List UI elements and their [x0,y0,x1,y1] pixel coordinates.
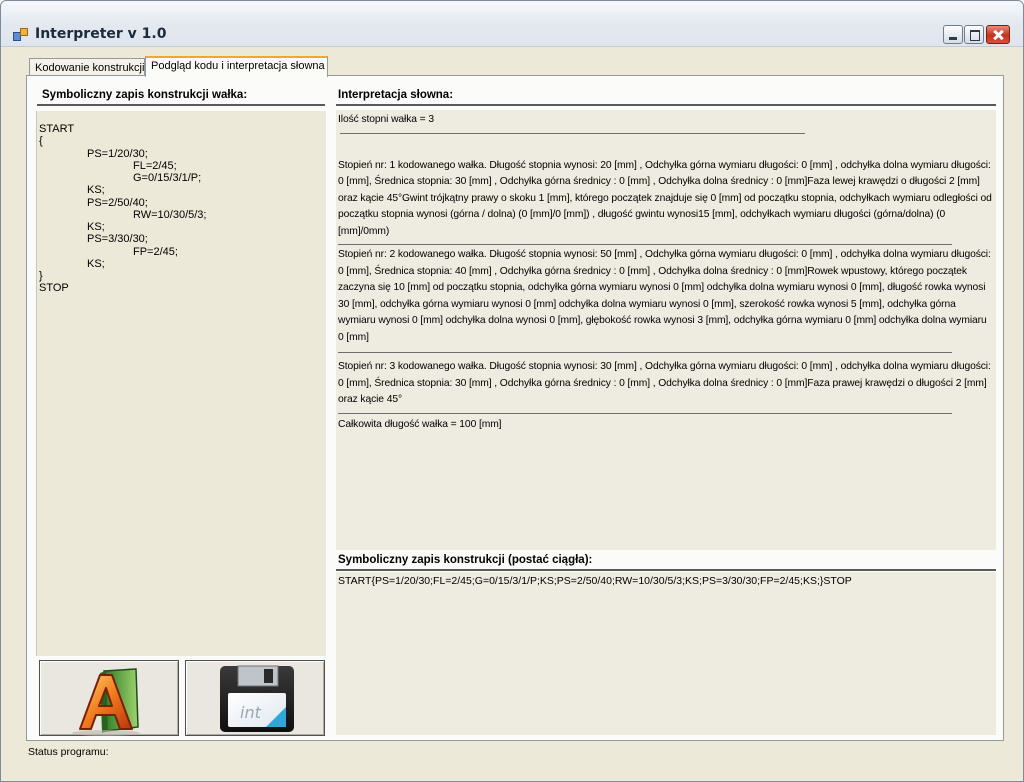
step-3-description: Stopień nr: 3 kodowanego wałka. Długość … [338,361,991,405]
floppy-disk-int-icon: int [220,665,294,732]
window-title: Interpreter v 1.0 [35,26,167,42]
app-icon [13,28,29,42]
separator [338,244,952,245]
tab-podglad-kodu[interactable]: Podgląd kodu i interpretacja słowna [145,56,328,77]
tab-kodowanie-konstrukcji[interactable]: Kodowanie konstrukcji [29,58,145,76]
tab-page: Symboliczny zapis konstrukcji wałka: STA… [26,75,1004,741]
code-heading: Symboliczny zapis konstrukcji wałka: [37,89,325,106]
code-line: PS=2/50/40; [87,197,148,209]
continuous-code-textbox[interactable]: START{PS=1/20/30;FL=2/45;G=0/15/3/1/P;KS… [336,572,996,735]
continuous-code: START{PS=1/20/30;FL=2/45;G=0/15/3/1/P;KS… [338,575,852,587]
title-bar[interactable]: Interpreter v 1.0 [1,1,1023,47]
step-2-description: Stopień nr: 2 kodowanego wałka. Długość … [338,249,991,343]
save-button[interactable]: int [185,660,325,736]
code-line: KS; [87,184,105,196]
font-letter-a-icon [72,668,140,736]
interpretation-heading: Interpretacja słowna: [336,89,996,106]
code-line: { [39,135,43,147]
separator [338,352,952,353]
total-length-line: Całkowita długość wałka = 100 [mm] [338,418,502,430]
separator [338,412,952,414]
code-line: PS=1/20/30; [87,148,148,160]
code-line: KS; [87,258,105,270]
code-line: FP=2/45; [133,246,178,258]
save-badge-text: int [240,703,262,722]
code-listing[interactable]: START { PS=1/20/30; FL=2/45; G=0/15/3/1/… [36,111,326,656]
code-line: } [39,270,43,282]
close-button[interactable] [986,25,1010,44]
maximize-button[interactable] [964,25,984,44]
code-line: START [39,123,75,135]
code-line: PS=3/30/30; [87,233,148,245]
interpretation-textbox[interactable]: Ilość stopni wałka = 3 Stopień nr: 1 kod… [336,110,996,550]
code-line: G=0/15/3/1/P; [133,172,202,184]
step-count-line: Ilość stopni wałka = 3 [338,114,434,125]
app-window: Interpreter v 1.0 Kodowanie konstrukcji … [0,0,1024,782]
minimize-button[interactable] [943,25,963,44]
code-line: STOP [39,282,69,294]
code-line: RW=10/30/5/3; [133,209,207,221]
code-line: KS; [87,221,105,233]
step-1-description: Stopień nr: 1 kodowanego wałka. Długość … [338,159,992,237]
code-line: FL=2/45; [133,160,177,172]
font-button[interactable] [39,660,179,736]
continuous-heading: Symboliczny zapis konstrukcji (postać ci… [336,554,996,571]
status-label: Status programu: [28,746,109,758]
